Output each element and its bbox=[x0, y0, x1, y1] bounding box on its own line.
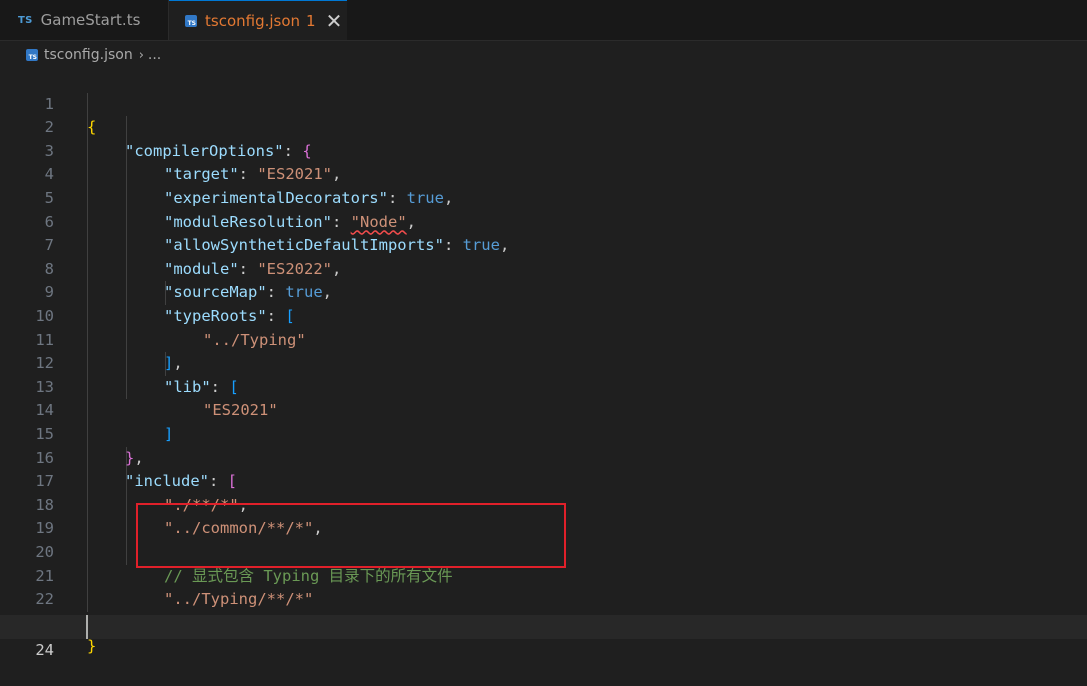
code-line: 10 "../Typing" bbox=[0, 281, 1087, 349]
typescript-icon: TS bbox=[18, 14, 33, 26]
code-line: 5 "moduleResolution": "Node", bbox=[0, 163, 1087, 231]
code-line: 14 ] bbox=[0, 376, 1087, 443]
breadcrumb-more[interactable]: ... bbox=[148, 47, 161, 63]
code-editor[interactable]: 1 { 2 "compilerOptions": { 3 "target": "… bbox=[0, 69, 1087, 663]
tab-label: GameStart.ts bbox=[40, 11, 141, 29]
code-line: 8 "sourceMap": true, bbox=[0, 234, 1087, 302]
tab-tsconfig[interactable]: TS tsconfig.json 1 ✕ bbox=[169, 0, 347, 40]
code-line: 12 "lib": [ bbox=[0, 329, 1087, 396]
brace: } bbox=[87, 637, 97, 656]
code-line: 22 ] bbox=[0, 565, 1087, 632]
current-code-line: 24 bbox=[0, 615, 1087, 659]
tsconfig-icon: TS bbox=[26, 49, 38, 61]
code-line: 13 "ES2021" bbox=[0, 352, 1087, 420]
tsconfig-icon-text: TS bbox=[28, 54, 37, 61]
tsconfig-icon: TS bbox=[185, 14, 197, 27]
code-line: 11 ], bbox=[0, 305, 1087, 373]
code-line: 7 "module": "ES2022", bbox=[0, 211, 1087, 278]
code-line: 17 "./**/*", bbox=[0, 447, 1087, 514]
annotation-highlight-box bbox=[136, 503, 566, 568]
close-icon[interactable]: ✕ bbox=[326, 11, 343, 31]
code-line: 1 { bbox=[0, 69, 1087, 137]
tab-bar: TS GameStart.ts TS tsconfig.json 1 ✕ bbox=[0, 0, 1087, 41]
chevron-right-icon: › bbox=[138, 47, 144, 63]
text-cursor bbox=[86, 615, 88, 639]
code-line: 23 } bbox=[0, 588, 1087, 656]
code-line: 16 "include": [ bbox=[0, 423, 1087, 491]
code-line: 6 "allowSyntheticDefaultImports": true, bbox=[0, 187, 1087, 255]
code-line: 9 "typeRoots": [ bbox=[0, 258, 1087, 325]
line-number: 24 bbox=[35, 640, 54, 659]
tsconfig-icon-text: TS bbox=[187, 19, 196, 27]
code-line: 2 "compilerOptions": { bbox=[0, 93, 1087, 160]
tab-label: tsconfig.json bbox=[205, 11, 301, 30]
breadcrumb-file[interactable]: tsconfig.json bbox=[44, 47, 133, 63]
line-content: } bbox=[87, 635, 96, 659]
code-line: 4 "experimentalDecorators": true, bbox=[0, 140, 1087, 207]
problem-count-badge: 1 bbox=[306, 11, 316, 30]
code-line: 3 "target": "ES2021", bbox=[0, 116, 1087, 184]
code-line: 18 "../common/**/*", bbox=[0, 470, 1087, 538]
code-line: 15 }, bbox=[0, 399, 1087, 467]
tab-gamestart[interactable]: TS GameStart.ts bbox=[0, 0, 169, 40]
breadcrumb: TS tsconfig.json › ... bbox=[0, 41, 1087, 69]
